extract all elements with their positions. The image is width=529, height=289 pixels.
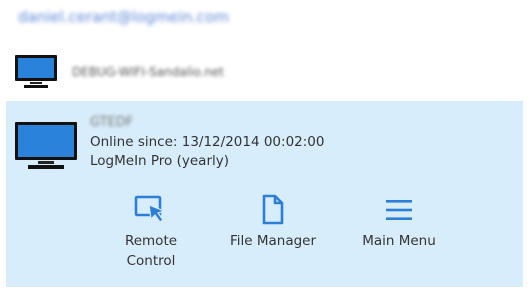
computer-item[interactable]: DEBUG-WIFI-Sandalio.net [8,52,508,92]
selected-computer-panel[interactable]: GTEDF Online since: 13/12/2014 00:02:00 … [6,101,523,287]
remote-control-label-1: Remote [124,233,178,249]
file-manager-button[interactable]: File Manager [218,193,328,251]
monitor-icon [15,122,77,169]
subscription-label: LogMeIn Pro (yearly) [90,153,229,169]
computer-name: DEBUG-WIFI-Sandalio.net [72,65,225,79]
remote-control-label-2: Control [126,253,176,269]
remote-control-button[interactable]: Remote Control [118,193,184,271]
main-menu-label: Main Menu [362,233,436,249]
file-manager-label: File Manager [229,233,317,249]
file-manager-icon [262,194,284,225]
remote-control-icon [134,195,166,223]
main-menu-icon [386,200,412,220]
monitor-icon [15,55,57,88]
main-menu-button[interactable]: Main Menu [349,193,449,251]
computer-name: GTEDF [90,115,134,130]
account-email: daniel.cerant@logmein.com [18,8,229,26]
online-status: Online since: 13/12/2014 00:02:00 [90,134,325,150]
